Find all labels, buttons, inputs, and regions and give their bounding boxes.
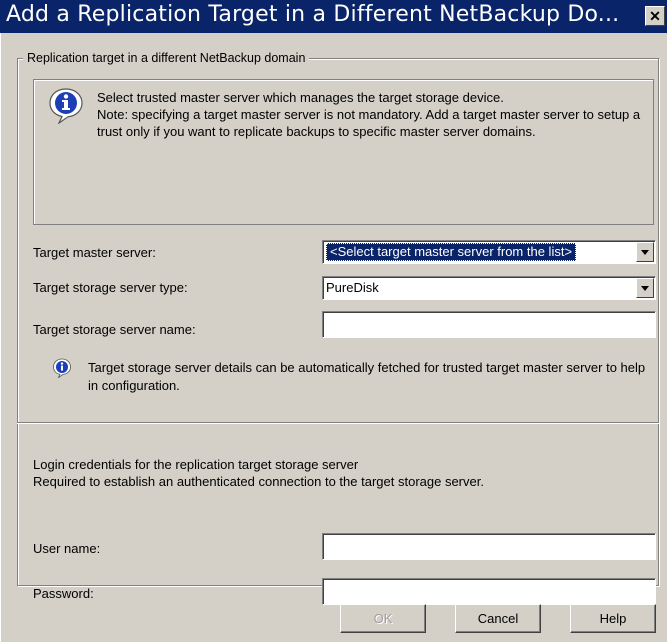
credentials-heading: Login credentials for the replication ta…	[33, 457, 359, 472]
username-input[interactable]	[322, 533, 656, 560]
info-line-1: Select trusted master server which manag…	[97, 90, 504, 105]
storage-type-dropdown-button[interactable]	[636, 278, 654, 298]
info-icon	[47, 86, 85, 125]
info-small-icon	[52, 358, 72, 379]
storage-type-value: PureDisk	[326, 280, 379, 295]
target-master-label: Target master server:	[33, 245, 156, 260]
credentials-section: Login credentials for the replication ta…	[33, 456, 484, 490]
password-input[interactable]	[322, 578, 656, 605]
target-master-value: <Select target master server from the li…	[326, 243, 577, 261]
window-title: Add a Replication Target in a Different …	[6, 2, 620, 27]
target-master-dropdown-button[interactable]	[636, 242, 654, 262]
username-label: User name:	[33, 541, 101, 556]
ok-button[interactable]: OK	[340, 604, 426, 633]
help-button[interactable]: Help	[570, 604, 656, 633]
storage-name-label: Target storage server name:	[33, 322, 196, 337]
close-icon: ✕	[649, 8, 661, 24]
storage-type-combo[interactable]: PureDisk	[322, 276, 656, 300]
credentials-subheading: Required to establish an authenticated c…	[33, 474, 484, 489]
title-bar: Add a Replication Target in a Different …	[0, 0, 667, 33]
storage-name-input[interactable]	[322, 311, 656, 338]
info-line-2: Note: specifying a target master server …	[97, 107, 641, 139]
storage-type-label: Target storage server type:	[33, 280, 188, 295]
target-master-combo[interactable]: <Select target master server from the li…	[322, 240, 656, 264]
info-text: Select trusted master server which manag…	[97, 89, 642, 140]
password-label: Password:	[33, 586, 94, 601]
group-legend: Replication target in a different NetBac…	[23, 51, 310, 65]
chevron-down-icon	[641, 286, 649, 291]
section-divider	[17, 422, 659, 424]
close-button[interactable]: ✕	[645, 6, 665, 26]
storage-details-note: Target storage server details can be aut…	[88, 360, 646, 393]
chevron-down-icon	[641, 250, 649, 255]
cancel-button[interactable]: Cancel	[455, 604, 541, 633]
